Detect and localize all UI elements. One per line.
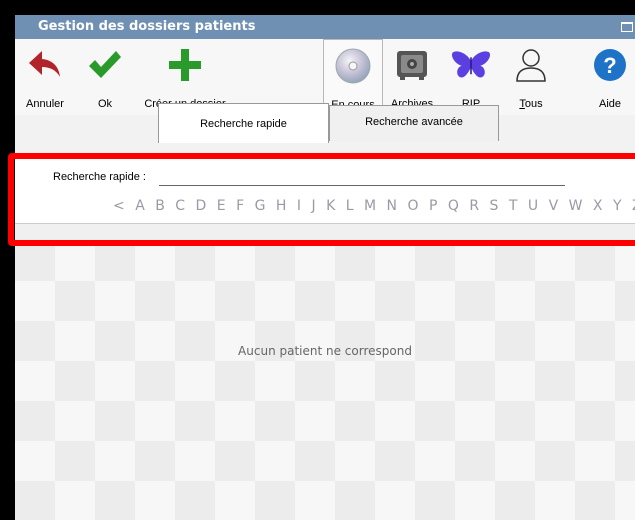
checkmark-icon (85, 45, 125, 85)
window-titlebar: Gestion des dossiers patients (15, 15, 635, 39)
letter-filter[interactable]: X (593, 198, 606, 214)
alphabet-filter: < A B C D E F G H I J K L M N O P Q R S … (113, 198, 635, 214)
letter-filter[interactable]: K (326, 198, 338, 214)
letter-filter[interactable]: D (196, 198, 210, 214)
letter-filter[interactable]: I (297, 198, 304, 214)
quick-search-label: Recherche rapide : (53, 171, 146, 183)
maximize-icon[interactable] (621, 22, 633, 32)
letter-filter[interactable]: P (429, 198, 440, 214)
letter-filter[interactable]: H (276, 198, 290, 214)
empty-results-message: Aucun patient ne correspond (238, 344, 412, 358)
letter-filter[interactable]: R (469, 198, 482, 214)
plus-icon (165, 45, 205, 85)
letter-filter[interactable]: N (387, 198, 400, 214)
search-tabs: Recherche rapide Recherche avancée (15, 103, 635, 153)
letter-filter[interactable]: L (346, 198, 357, 214)
person-outline-icon (511, 45, 551, 85)
letter-filter[interactable]: O (407, 198, 421, 214)
letter-filter[interactable]: T (509, 198, 521, 214)
letter-filter[interactable]: Q (448, 198, 462, 214)
letter-filter[interactable]: U (528, 198, 541, 214)
quick-search-input[interactable] (159, 168, 565, 186)
letter-filter[interactable]: B (155, 198, 168, 214)
letter-filter[interactable]: Y (613, 198, 625, 214)
letter-filter[interactable]: V (549, 198, 562, 214)
letter-filter[interactable]: E (217, 198, 229, 214)
undo-arrow-icon (25, 45, 65, 85)
quick-search-panel: Recherche rapide : < A B C D E F G H I J… (15, 153, 635, 223)
safe-icon (392, 45, 432, 85)
letter-filter-back[interactable]: < (113, 198, 128, 214)
letter-filter[interactable]: S (490, 198, 502, 214)
letter-filter[interactable]: G (255, 198, 269, 214)
patient-records-window: Gestion des dossiers patients Annuler Ok… (15, 15, 635, 520)
tab-advanced-search[interactable]: Recherche avancée (329, 105, 499, 141)
tab-quick-search[interactable]: Recherche rapide (158, 103, 329, 143)
letter-filter[interactable]: J (311, 198, 318, 214)
letter-filter[interactable]: A (135, 198, 148, 214)
letter-filter[interactable]: F (236, 198, 247, 214)
results-area: Aucun patient ne correspond (15, 241, 635, 520)
letter-filter[interactable]: W (569, 198, 586, 214)
help-icon: ? (590, 45, 630, 85)
window-title: Gestion des dossiers patients (38, 19, 256, 34)
panel-separator (15, 223, 635, 241)
letter-filter[interactable]: C (175, 198, 188, 214)
letter-filter[interactable]: M (364, 198, 379, 214)
cd-disc-icon (333, 46, 373, 86)
svg-text:?: ? (603, 53, 616, 78)
butterfly-icon (451, 45, 491, 85)
